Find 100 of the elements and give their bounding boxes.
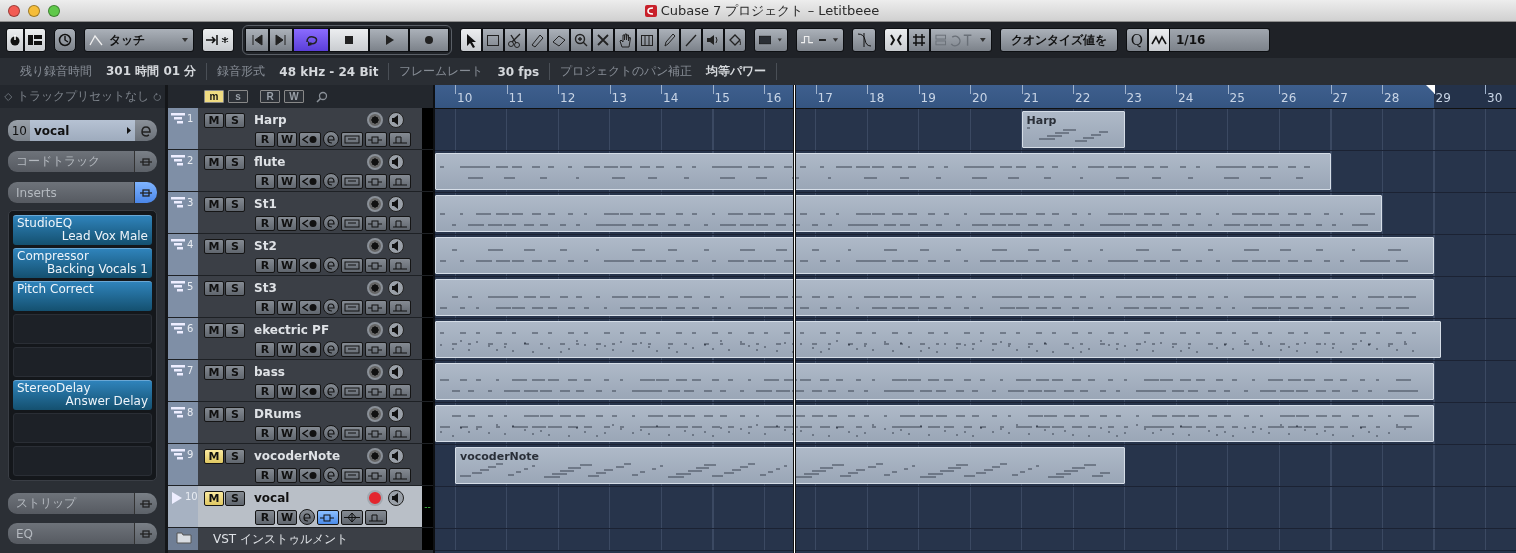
edit-instrument-button[interactable] xyxy=(323,173,339,189)
channel-settings-button[interactable] xyxy=(341,383,363,399)
record-enable-button[interactable] xyxy=(367,364,383,380)
write-automation-button[interactable]: W xyxy=(277,299,297,315)
mute-button[interactable]: M xyxy=(204,112,224,128)
write-automation-button[interactable]: W xyxy=(277,341,297,357)
folder-lane-button[interactable] xyxy=(389,215,411,231)
automation-mode-dropdown[interactable]: タッチ xyxy=(84,28,194,52)
solo-button[interactable]: S xyxy=(225,280,245,296)
read-automation-button[interactable]: R xyxy=(255,257,275,273)
edit-instrument-button[interactable] xyxy=(135,120,157,141)
constrain-delay-button[interactable] xyxy=(54,28,76,52)
line-tool-button[interactable] xyxy=(680,28,702,52)
read-automation-button[interactable]: R xyxy=(255,131,275,147)
warp-button[interactable] xyxy=(341,509,363,525)
monitor-button[interactable] xyxy=(388,238,404,254)
folder-lane-button[interactable] xyxy=(389,131,411,147)
snap-type-dropdown[interactable] xyxy=(930,28,992,52)
read-automation-button[interactable]: R xyxy=(255,467,275,483)
write-automation-button[interactable]: W xyxy=(277,509,297,525)
lane-button[interactable] xyxy=(365,173,387,189)
lane-button[interactable] xyxy=(365,341,387,357)
midi-part[interactable] xyxy=(435,279,1434,316)
mute-button[interactable]: M xyxy=(204,448,224,464)
color-tool-button[interactable] xyxy=(724,28,746,52)
minimize-button[interactable] xyxy=(28,4,40,17)
read-automation-button[interactable]: R xyxy=(255,173,275,189)
zoom-tool-button[interactable] xyxy=(570,28,592,52)
record-enable-button[interactable] xyxy=(367,448,383,464)
edit-instrument-button[interactable] xyxy=(323,467,339,483)
edit-instrument-button[interactable] xyxy=(323,341,339,357)
solo-button[interactable]: S xyxy=(225,112,245,128)
midi-part[interactable] xyxy=(435,405,1434,442)
close-button[interactable] xyxy=(8,4,20,17)
folder-lane-button[interactable] xyxy=(389,173,411,189)
monitor-button[interactable] xyxy=(388,490,404,506)
mute-button[interactable]: M xyxy=(204,196,224,212)
edit-instrument-button[interactable] xyxy=(299,509,315,525)
autoscroll-dropdown[interactable] xyxy=(796,28,844,52)
midi-input-button[interactable] xyxy=(299,341,321,357)
solo-button[interactable]: S xyxy=(225,364,245,380)
monitor-button[interactable] xyxy=(388,322,404,338)
play-tool-button[interactable] xyxy=(702,28,724,52)
midi-input-button[interactable] xyxy=(299,173,321,189)
channel-settings-button[interactable] xyxy=(341,425,363,441)
midi-input-button[interactable] xyxy=(299,131,321,147)
record-enable-button[interactable] xyxy=(367,238,383,254)
record-enable-button[interactable] xyxy=(367,406,383,422)
folder-lane-button[interactable] xyxy=(389,299,411,315)
mute-button[interactable]: M xyxy=(204,238,224,254)
mute-button[interactable]: M xyxy=(204,322,224,338)
channel-settings-button[interactable] xyxy=(341,173,363,189)
cycle-button[interactable] xyxy=(293,28,329,52)
midi-input-button[interactable] xyxy=(299,425,321,441)
write-automation-button[interactable]: W xyxy=(277,425,297,441)
solo-button[interactable]: S xyxy=(225,448,245,464)
auto-select-button[interactable] xyxy=(202,28,234,52)
erase-tool-button[interactable] xyxy=(548,28,570,52)
write-automation-button[interactable]: W xyxy=(277,215,297,231)
edit-instrument-button[interactable] xyxy=(323,131,339,147)
monitor-button[interactable] xyxy=(388,196,404,212)
snap-button[interactable] xyxy=(908,28,930,52)
edit-instrument-button[interactable] xyxy=(323,215,339,231)
read-automation-button[interactable]: R xyxy=(255,383,275,399)
midi-part[interactable] xyxy=(435,321,1442,358)
channel-settings-button[interactable] xyxy=(341,215,363,231)
write-automation-button[interactable]: W xyxy=(277,467,297,483)
channel-settings-button[interactable] xyxy=(341,341,363,357)
mute-button[interactable]: M xyxy=(204,280,224,296)
insert-slot[interactable]: StereoDelay Answer Delay xyxy=(13,380,152,410)
edit-instrument-button[interactable] xyxy=(323,257,339,273)
lane-button[interactable] xyxy=(365,257,387,273)
color-dropdown[interactable] xyxy=(754,28,788,52)
mute-tool-button[interactable] xyxy=(592,28,614,52)
crossfade-button[interactable] xyxy=(852,28,876,52)
midi-input-button[interactable] xyxy=(299,257,321,273)
solo-button[interactable]: S xyxy=(225,406,245,422)
solo-button[interactable]: S xyxy=(225,154,245,170)
insert-slot[interactable]: StudioEQ Lead Vox Male xyxy=(13,215,152,245)
lane-button[interactable] xyxy=(365,467,387,483)
folder-lane-button[interactable] xyxy=(389,341,411,357)
solo-button[interactable]: S xyxy=(225,238,245,254)
insert-slot[interactable]: Compressor Backing Vocals 1 xyxy=(13,248,152,278)
mute-button[interactable]: M xyxy=(204,364,224,380)
midi-input-button[interactable] xyxy=(299,383,321,399)
midi-part[interactable] xyxy=(435,195,1382,232)
write-automation-button[interactable]: W xyxy=(277,257,297,273)
write-automation-button[interactable]: W xyxy=(277,131,297,147)
solo-button[interactable]: S xyxy=(225,490,245,506)
lane-button[interactable] xyxy=(365,215,387,231)
monitor-button[interactable] xyxy=(388,364,404,380)
solo-button[interactable]: S xyxy=(225,196,245,212)
track-filter-button[interactable]: s xyxy=(228,90,248,103)
read-automation-button[interactable]: R xyxy=(255,509,275,525)
channel-settings-button[interactable] xyxy=(341,299,363,315)
zoom-button[interactable] xyxy=(48,4,60,17)
next-marker-button[interactable] xyxy=(269,28,293,52)
midi-part[interactable] xyxy=(435,237,1434,274)
glue-tool-button[interactable] xyxy=(526,28,548,52)
channel-settings-button[interactable] xyxy=(341,257,363,273)
